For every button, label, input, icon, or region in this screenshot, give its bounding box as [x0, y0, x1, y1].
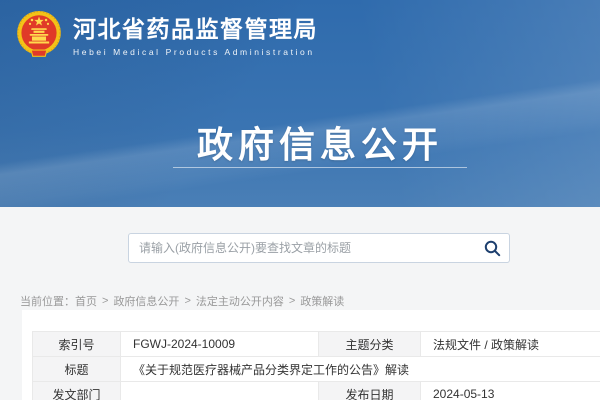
table-row: 索引号 FGWJ-2024-10009 主题分类 法规文件 / 政策解读	[33, 332, 600, 357]
content-section: 当前位置： 首页 > 政府信息公开 > 法定主动公开内容 > 政策解读 索引号 …	[0, 207, 600, 400]
breadcrumb-item-policy-interpretation: 政策解读	[300, 293, 344, 309]
banner-divider	[173, 167, 467, 168]
index-number-value: FGWJ-2024-10009	[121, 332, 319, 357]
breadcrumb-prefix: 当前位置：	[20, 293, 75, 309]
site-header: 河北省药品监督管理局 Hebei Medical Products Admini…	[14, 8, 318, 64]
table-row: 标题 《关于规范医疗器械产品分类界定工作的公告》解读	[33, 357, 600, 382]
national-emblem-logo	[14, 8, 64, 64]
agency-name-cn: 河北省药品监督管理局	[73, 15, 318, 44]
search-icon	[484, 240, 501, 257]
breadcrumb-separator: >	[289, 295, 295, 307]
publish-date-label: 发布日期	[319, 382, 421, 400]
issuing-department-value	[121, 382, 319, 400]
topic-category-value: 法规文件 / 政策解读	[421, 332, 600, 357]
title-label: 标题	[33, 357, 121, 382]
article-meta-card: 索引号 FGWJ-2024-10009 主题分类 法规文件 / 政策解读 标题 …	[22, 310, 600, 400]
search-input[interactable]	[129, 234, 475, 262]
issuing-department-label: 发文部门	[33, 382, 121, 400]
page-title: 政府信息公开	[197, 116, 443, 168]
publish-date-value: 2024-05-13	[421, 382, 600, 400]
breadcrumb-separator: >	[102, 295, 108, 307]
article-meta-table: 索引号 FGWJ-2024-10009 主题分类 法规文件 / 政策解读 标题 …	[32, 331, 600, 400]
breadcrumb-separator: >	[184, 295, 190, 307]
title-value: 《关于规范医疗器械产品分类界定工作的公告》解读	[121, 357, 600, 382]
agency-name-en: Hebei Medical Products Administration	[73, 47, 318, 57]
hero-banner: 河北省药品监督管理局 Hebei Medical Products Admini…	[0, 0, 600, 207]
search-button[interactable]	[475, 234, 509, 262]
breadcrumb: 当前位置： 首页 > 政府信息公开 > 法定主动公开内容 > 政策解读	[20, 293, 344, 309]
search-bar	[128, 233, 510, 263]
topic-category-label: 主题分类	[319, 332, 421, 357]
breadcrumb-item-info-disclosure[interactable]: 政府信息公开	[113, 293, 179, 309]
index-number-label: 索引号	[33, 332, 121, 357]
breadcrumb-item-home[interactable]: 首页	[75, 293, 97, 309]
agency-name-block: 河北省药品监督管理局 Hebei Medical Products Admini…	[73, 15, 318, 57]
table-row: 发文部门 发布日期 2024-05-13	[33, 382, 600, 400]
breadcrumb-item-statutory-disclosure[interactable]: 法定主动公开内容	[196, 293, 284, 309]
